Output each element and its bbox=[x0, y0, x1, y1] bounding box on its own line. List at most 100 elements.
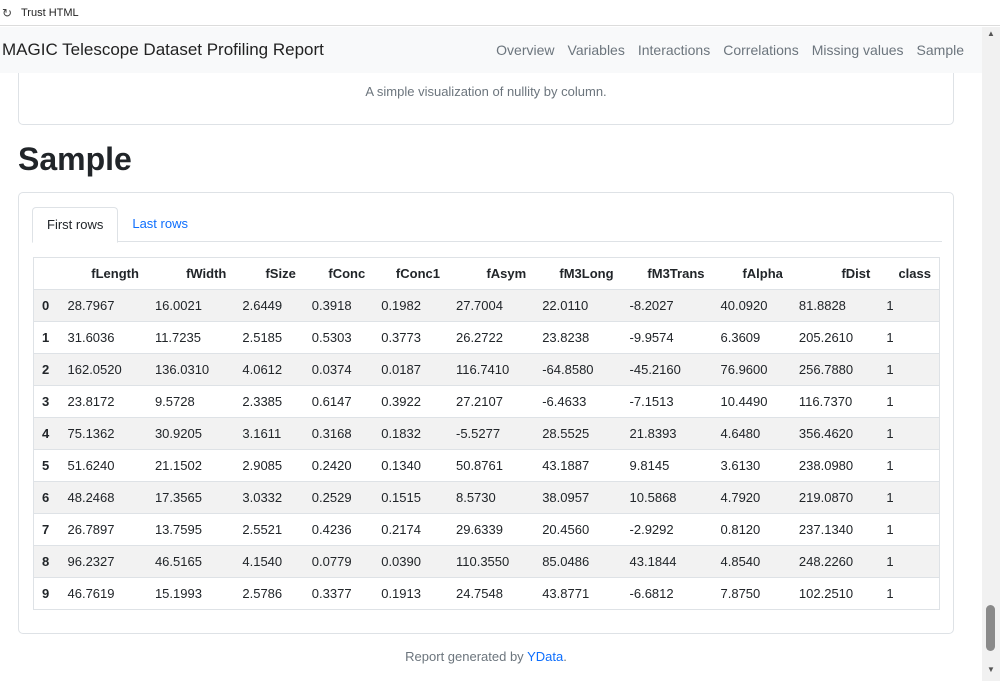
table-cell: 9.8145 bbox=[621, 449, 713, 482]
table-cell: 15.1993 bbox=[146, 577, 235, 610]
table-cell: 2.3385 bbox=[234, 385, 304, 418]
table-cell: 4.1540 bbox=[234, 545, 304, 578]
table-cell: 46.5165 bbox=[146, 545, 235, 578]
table-cell: 43.8771 bbox=[534, 577, 622, 610]
table-cell: -45.2160 bbox=[621, 353, 713, 386]
table-cell: -2.9292 bbox=[621, 513, 713, 546]
report-content: A simple visualization of nullity by col… bbox=[0, 73, 982, 681]
sample-table: fLength fWidth fSize fConc fConc1 fAsym fM3Lon… bbox=[33, 257, 940, 610]
report-footer: Report generated by YData. bbox=[0, 649, 972, 664]
table-cell: 7.8750 bbox=[712, 577, 791, 610]
table-cell: 43.1887 bbox=[534, 449, 622, 482]
tab-last-rows[interactable]: Last rows bbox=[118, 207, 202, 242]
table-cell: 26.7897 bbox=[59, 513, 147, 546]
row-index: 4 bbox=[33, 417, 60, 450]
footer-period: . bbox=[563, 649, 567, 664]
scroll-down-arrow-icon[interactable]: ▼ bbox=[982, 663, 1000, 677]
table-cell: 48.2468 bbox=[59, 481, 147, 514]
table-cell: -64.8580 bbox=[534, 353, 622, 386]
row-index: 0 bbox=[33, 289, 60, 322]
table-cell: 238.0980 bbox=[790, 449, 879, 482]
table-cell: 116.7370 bbox=[790, 385, 879, 418]
table-cell: 1 bbox=[878, 417, 940, 450]
table-cell: 0.1832 bbox=[373, 417, 448, 450]
table-cell: 8.5730 bbox=[447, 481, 535, 514]
table-cell: 0.0390 bbox=[373, 545, 448, 578]
table-cell: 46.7619 bbox=[59, 577, 147, 610]
table-cell: 0.4236 bbox=[303, 513, 374, 546]
table-cell: 2.5185 bbox=[234, 321, 304, 354]
table-cell: 2.5786 bbox=[234, 577, 304, 610]
reload-icon[interactable]: ↻ bbox=[2, 6, 16, 20]
table-cell: 16.0021 bbox=[146, 289, 235, 322]
nav-link-sample[interactable]: Sample bbox=[917, 42, 964, 58]
table-cell: 0.0374 bbox=[303, 353, 374, 386]
column-header: fM3Trans bbox=[621, 257, 713, 290]
table-row: 4 75.1362 30.9205 3.1611 0.3168 0.1832 -5.5277… bbox=[33, 417, 940, 450]
table-cell: 0.3773 bbox=[373, 321, 448, 354]
table-cell: -8.2027 bbox=[621, 289, 713, 322]
table-cell: 356.4620 bbox=[790, 417, 879, 450]
table-row: 1 31.6036 11.7235 2.5185 0.5303 0.3773 26.2722… bbox=[33, 321, 940, 354]
table-cell: 1 bbox=[878, 449, 940, 482]
table-cell: 0.3922 bbox=[373, 385, 448, 418]
table-cell: 3.6130 bbox=[712, 449, 791, 482]
nav-link-correlations[interactable]: Correlations bbox=[723, 42, 798, 58]
table-row: 6 48.2468 17.3565 3.0332 0.2529 0.1515 8.5730 3… bbox=[33, 481, 940, 514]
column-header: fConc1 bbox=[373, 257, 448, 290]
table-cell: 2.6449 bbox=[234, 289, 304, 322]
table-cell: -7.1513 bbox=[621, 385, 713, 418]
table-row: 0 28.7967 16.0021 2.6449 0.3918 0.1982 27.7004… bbox=[33, 289, 940, 322]
table-cell: 0.2420 bbox=[303, 449, 374, 482]
nav-link-overview[interactable]: Overview bbox=[496, 42, 554, 58]
table-cell: 1 bbox=[878, 481, 940, 514]
table-row: 7 26.7897 13.7595 2.5521 0.4236 0.2174 29.6339… bbox=[33, 513, 940, 546]
table-row: 8 96.2327 46.5165 4.1540 0.0779 0.0390 110.355… bbox=[33, 545, 940, 578]
footer-text: Report generated by bbox=[405, 649, 528, 664]
nav-link-missing-values[interactable]: Missing values bbox=[812, 42, 904, 58]
row-index: 9 bbox=[33, 577, 60, 610]
table-cell: 51.6240 bbox=[59, 449, 147, 482]
table-cell: 0.5303 bbox=[303, 321, 374, 354]
table-cell: 40.0920 bbox=[712, 289, 791, 322]
table-cell: 1 bbox=[878, 353, 940, 386]
column-header: fSize bbox=[234, 257, 304, 290]
browser-title-bar: ↻ Trust HTML bbox=[0, 0, 1000, 26]
nav-link-variables[interactable]: Variables bbox=[568, 42, 625, 58]
row-index: 8 bbox=[33, 545, 60, 578]
table-cell: 3.1611 bbox=[234, 417, 304, 450]
table-cell: 1 bbox=[878, 385, 940, 418]
table-cell: 10.4490 bbox=[712, 385, 791, 418]
ydata-link[interactable]: YData bbox=[527, 649, 563, 664]
page-scrollbar[interactable]: ▲ ▼ bbox=[982, 27, 1000, 681]
table-cell: 13.7595 bbox=[146, 513, 235, 546]
table-cell: 28.7967 bbox=[59, 289, 147, 322]
nav-link-interactions[interactable]: Interactions bbox=[638, 42, 710, 58]
table-cell: 6.3609 bbox=[712, 321, 791, 354]
table-cell: 21.8393 bbox=[621, 417, 713, 450]
table-cell: -9.9574 bbox=[621, 321, 713, 354]
table-cell: 27.7004 bbox=[447, 289, 535, 322]
scrollbar-thumb[interactable] bbox=[986, 605, 995, 651]
report-navbar: MAGIC Telescope Dataset Profiling Report… bbox=[0, 27, 982, 73]
table-header-row: fLength fWidth fSize fConc fConc1 fAsym fM3Lon… bbox=[33, 257, 940, 290]
table-cell: 219.0870 bbox=[790, 481, 879, 514]
row-index: 1 bbox=[33, 321, 60, 354]
table-cell: 4.0612 bbox=[234, 353, 304, 386]
scroll-up-arrow-icon[interactable]: ▲ bbox=[982, 27, 1000, 41]
table-cell: 256.7880 bbox=[790, 353, 879, 386]
table-cell: 75.1362 bbox=[59, 417, 147, 450]
table-cell: 0.1515 bbox=[373, 481, 448, 514]
report-brand[interactable]: MAGIC Telescope Dataset Profiling Report bbox=[2, 40, 324, 60]
sample-card: First rows Last rows fLength fWidth fSize f… bbox=[18, 192, 954, 634]
nav-links: Overview Variables Interactions Correlat… bbox=[483, 42, 964, 58]
table-cell: 85.0486 bbox=[534, 545, 622, 578]
table-cell: 31.6036 bbox=[59, 321, 147, 354]
table-cell: 22.0110 bbox=[534, 289, 622, 322]
table-cell: 30.9205 bbox=[146, 417, 235, 450]
tab-first-rows[interactable]: First rows bbox=[32, 207, 119, 243]
table-cell: 4.8540 bbox=[712, 545, 791, 578]
table-cell: 0.1982 bbox=[373, 289, 448, 322]
table-cell: 0.3918 bbox=[303, 289, 374, 322]
table-cell: 50.8761 bbox=[447, 449, 535, 482]
